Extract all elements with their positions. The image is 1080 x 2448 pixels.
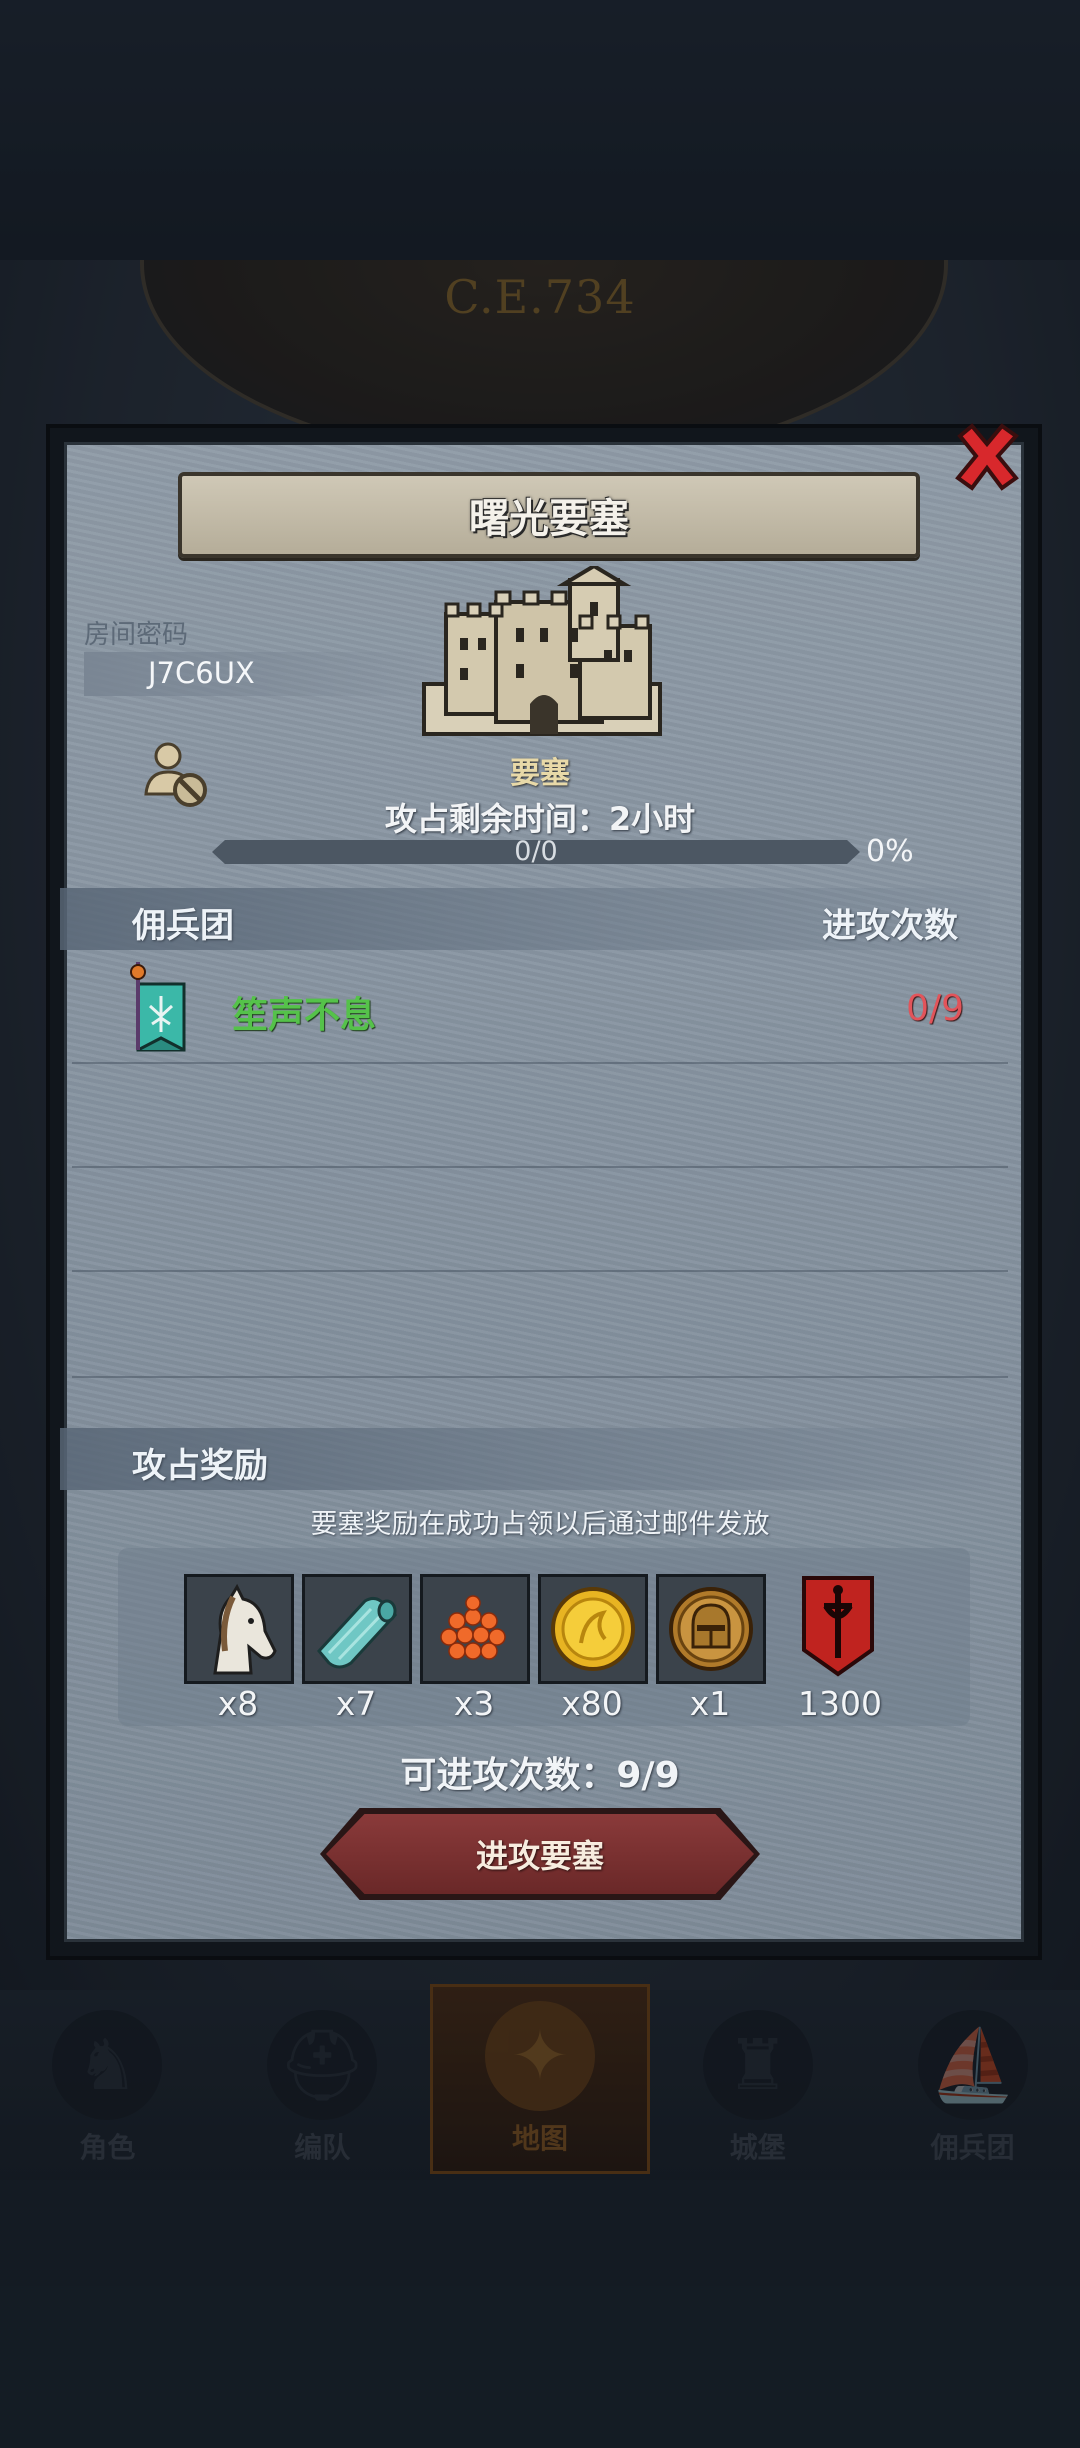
capture-time-remaining: 攻占剩余时间：2小时 [384, 800, 696, 838]
attack-fortress-button[interactable]: 进攻要塞 [326, 1814, 754, 1894]
mercenary-row[interactable]: 笙声不息 0/9 [72, 962, 972, 1058]
row-divider [72, 1270, 1008, 1272]
reward-quantity: x1 [689, 1684, 731, 1723]
mercenary-attack-count: 0/9 [906, 988, 964, 1029]
reward-slot [184, 1574, 294, 1684]
gold-coin-icon [551, 1587, 635, 1671]
room-password-label: 房间密码 [84, 620, 189, 650]
reward-quantity: 1300 [798, 1684, 882, 1723]
capture-progress-text: 0/0 [514, 836, 558, 867]
row-divider [72, 1166, 1008, 1168]
dialog-title: 曙光要塞 [469, 496, 629, 542]
reward-quantity: x8 [217, 1684, 259, 1723]
row-divider [72, 1376, 1008, 1378]
guild-banner-icon [130, 962, 186, 1052]
reward-slot [656, 1574, 766, 1684]
fortress-icon [422, 566, 662, 736]
reward-slot [538, 1574, 648, 1684]
attack-count-header: 进攻次数 [822, 906, 958, 946]
mercenary-section-title: 佣兵团 [132, 906, 234, 946]
fortress-type-label: 要塞 [510, 756, 570, 791]
dialog-title-plate: 曙光要塞 [178, 472, 920, 558]
roe-icon [440, 1595, 506, 1660]
reward-quantity: x7 [335, 1684, 377, 1723]
mercenary-name: 笙声不息 [232, 995, 377, 1036]
capture-progress-percent: 0% [866, 834, 914, 869]
knight-helmet-coin-icon [669, 1587, 753, 1671]
reward-slot [786, 1574, 890, 1678]
close-icon [955, 423, 1019, 491]
reward-item[interactable]: x1 [656, 1574, 766, 1723]
room-code: J7C6UX [148, 656, 255, 690]
red-emblem-icon [802, 1576, 874, 1677]
attacks-remaining: 可进攻次数：9/9 [400, 1755, 680, 1796]
attack-fortress-label: 进攻要塞 [475, 1837, 604, 1875]
reward-slot [302, 1574, 412, 1684]
reward-item[interactable]: x8 [184, 1574, 294, 1723]
reward-item[interactable]: x80 [538, 1574, 648, 1723]
reward-section-title: 攻占奖励 [132, 1446, 268, 1486]
reward-quantity: x3 [453, 1684, 495, 1723]
cloth-icon [317, 1596, 398, 1669]
reward-item[interactable]: x3 [420, 1574, 530, 1723]
reward-slot [420, 1574, 530, 1684]
row-divider [72, 1062, 1008, 1064]
close-button[interactable] [948, 418, 1026, 496]
reward-item[interactable]: 1300 [786, 1574, 894, 1723]
room-code-bar [84, 652, 444, 696]
reward-note: 要塞奖励在成功占领以后通过邮件发放 [310, 1509, 770, 1540]
reward-quantity: x80 [561, 1684, 623, 1723]
horse-icon [213, 1583, 277, 1675]
reward-item[interactable]: x7 [302, 1574, 412, 1723]
